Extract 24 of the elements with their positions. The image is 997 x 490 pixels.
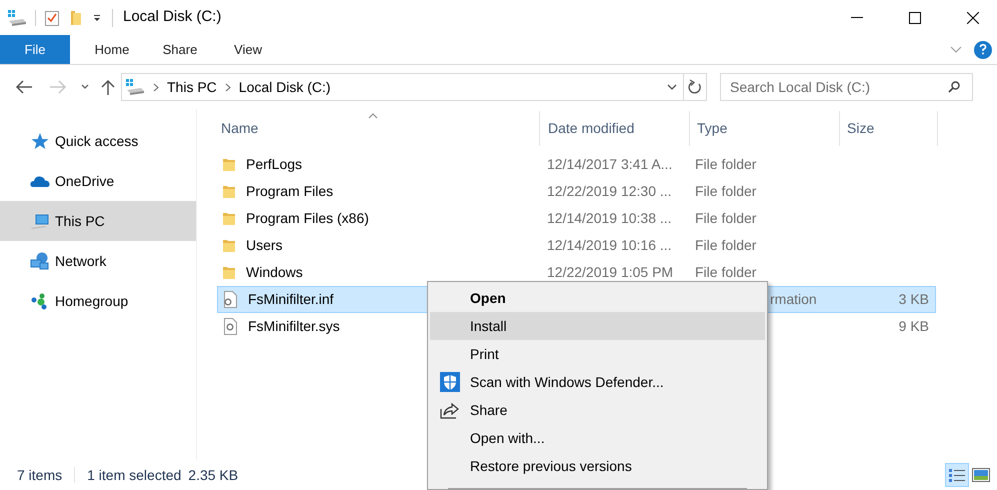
file-name: Windows [246,263,303,282]
selection-count: 1 item selected [87,466,182,484]
file-name: Program Files [246,182,334,201]
type-cell: File folder [695,264,756,280]
file-name: Program Files (x86) [246,209,369,228]
type-cell: File folder [695,210,756,226]
type-cell: rmation [770,291,817,307]
file-name: PerfLogs [246,155,302,174]
file-name: FsMinifilter.sys [248,317,340,336]
date-cell: 12/14/2019 10:38 ... [547,210,672,226]
item-count: 7 items [17,466,62,484]
date-cell: 12/22/2019 1:05 PM [547,264,674,280]
date-cell: 12/14/2017 3:41 A... [547,156,672,172]
window-title: Local Disk (C:) [123,7,222,28]
date-cell: 12/22/2019 12:30 ... [547,183,672,199]
file-name: FsMinifilter.inf [248,290,334,309]
date-cell: 12/14/2019 10:16 ... [547,237,672,253]
selection-size: 2.35 KB [188,466,238,484]
size-cell-text: 9 KB [898,317,929,336]
file-name: Users [246,236,283,255]
size-cell-text: 3 KB [898,290,929,309]
type-cell: File folder [695,237,756,253]
type-cell: File folder [695,156,756,172]
type-cell: File folder [695,183,756,199]
